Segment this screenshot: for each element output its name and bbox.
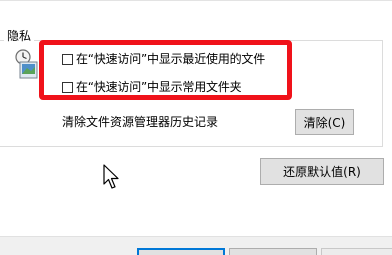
folder-options-dialog: 隐私 在“快速访问”中显示最近使用的文件 在“快速访问”中显示常用文件夹 清除文… [0,0,392,255]
mouse-cursor-icon [103,164,119,189]
ok-button[interactable] [137,248,225,255]
clear-history-button[interactable]: 清除(C) [295,109,354,135]
privacy-group-title: 隐私 [4,29,35,43]
show-frequent-folders-label[interactable]: 在“快速访问”中显示常用文件夹 [76,80,242,94]
show-recent-files-option[interactable]: 在“快速访问”中显示最近使用的文件 [62,51,265,67]
show-recent-files-checkbox[interactable] [62,53,73,65]
top-separator [0,0,392,1]
cancel-button[interactable] [229,248,317,255]
clear-history-label: 清除文件资源管理器历史记录 [62,115,219,129]
privacy-icon [15,49,38,79]
show-frequent-folders-checkbox[interactable] [62,81,73,93]
apply-button[interactable] [321,248,392,255]
show-recent-files-label[interactable]: 在“快速访问”中显示最近使用的文件 [76,52,265,66]
restore-defaults-button[interactable]: 还原默认值(R) [260,158,384,185]
show-frequent-folders-option[interactable]: 在“快速访问”中显示常用文件夹 [62,79,242,95]
